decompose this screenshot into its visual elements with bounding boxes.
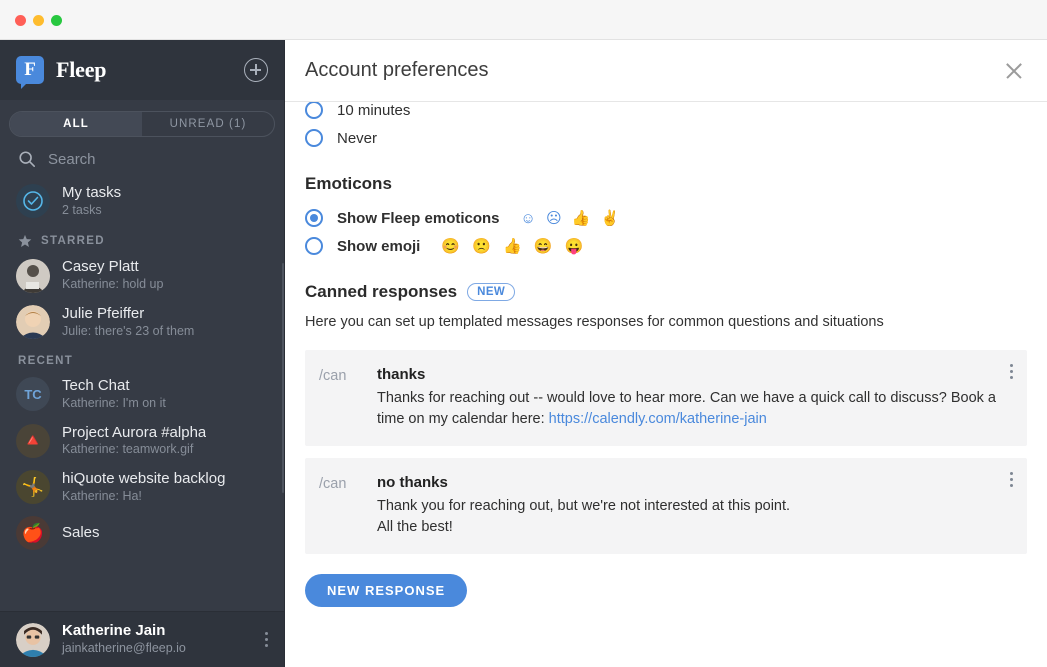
emoticons-heading: Emoticons bbox=[305, 174, 1027, 194]
canned-responses-description: Here you can set up templated messages r… bbox=[305, 314, 884, 330]
search-input[interactable]: Search bbox=[0, 143, 284, 178]
canned-response-shortcut: /can bbox=[319, 368, 347, 384]
canned-response-text: Thanks for reaching out -- would love to… bbox=[377, 388, 1011, 430]
radio-show-emoji[interactable]: Show emoji 😊 🙁 👍 😄 😛 bbox=[305, 232, 1027, 260]
current-user-email: jainkatherine@fleep.io bbox=[62, 641, 186, 656]
radio-label: Show Fleep emoticons bbox=[337, 209, 500, 227]
radio-show-fleep-emoticons[interactable]: Show Fleep emoticons ☺ ☹ 👍 ✌ bbox=[305, 204, 1027, 232]
radio-button-icon[interactable] bbox=[305, 237, 323, 255]
avatar-emoji: 🍎 bbox=[21, 522, 45, 543]
avatar bbox=[16, 258, 50, 293]
fleep-logo-icon: F bbox=[16, 56, 44, 89]
canned-response-title: no thanks bbox=[377, 474, 448, 492]
traffic-lights bbox=[15, 15, 62, 26]
radio-button-icon[interactable] bbox=[305, 102, 323, 119]
avatar-emoji: 🤸 bbox=[21, 476, 45, 497]
list-item-preview: Katherine: hold up bbox=[62, 277, 164, 292]
brand-name: Fleep bbox=[56, 57, 107, 82]
canned-responses-heading: Canned responses NEW bbox=[305, 282, 1027, 302]
section-header-recent: RECENT bbox=[0, 345, 284, 371]
emoticons-heading-text: Emoticons bbox=[305, 174, 392, 193]
avatar: 🤸 bbox=[16, 470, 50, 505]
minimize-window-button[interactable] bbox=[33, 15, 44, 26]
plus-circle-icon[interactable] bbox=[244, 58, 268, 82]
list-item[interactable]: 🍎 Sales bbox=[0, 510, 284, 556]
status-badge: NEW bbox=[467, 283, 516, 301]
avatar: 🍎 bbox=[16, 516, 50, 551]
list-item[interactable]: TC Tech Chat Katherine: I'm on it bbox=[0, 371, 284, 417]
page-title: Account preferences bbox=[305, 59, 489, 81]
canned-response-card[interactable]: /can no thanks Thank you for reaching ou… bbox=[305, 458, 1027, 555]
current-user-profile[interactable]: Katherine Jain jainkatherine@fleep.io bbox=[0, 611, 284, 667]
new-response-button[interactable]: NEW RESPONSE bbox=[305, 574, 468, 608]
list-item[interactable]: 🤸 hiQuote website backlog Katherine: Ha! bbox=[0, 464, 284, 510]
emoji-samples: 😊 🙁 👍 😄 😛 bbox=[441, 238, 588, 255]
avatar: TC bbox=[16, 377, 50, 412]
canned-response-link[interactable]: https://calendly.com/katherine-jain bbox=[549, 411, 767, 427]
tab-unread[interactable]: UNREAD (1) bbox=[142, 112, 274, 136]
canned-response-body: Thank you for reaching out, but we're no… bbox=[377, 498, 791, 536]
list-item-title: Casey Platt bbox=[62, 258, 139, 276]
avatar: 🔺 bbox=[16, 423, 50, 458]
radio-never[interactable]: Never bbox=[305, 124, 1027, 152]
list-item-preview: Katherine: Ha! bbox=[62, 488, 142, 503]
avatar bbox=[16, 304, 50, 339]
list-item-title: hiQuote website backlog bbox=[62, 469, 226, 487]
section-header-starred: STARRED bbox=[0, 224, 284, 252]
check-circle-icon bbox=[16, 184, 50, 219]
radio-label: Show emoji bbox=[337, 237, 421, 255]
account-preferences-panel: Account preferences 10 minutes Never Emo… bbox=[285, 40, 1047, 667]
section-label-text: RECENT bbox=[18, 355, 74, 368]
list-item-title: Tech Chat bbox=[62, 377, 130, 395]
avatar-emoji: 🔺 bbox=[21, 430, 45, 451]
sidebar-header: F Fleep bbox=[0, 40, 284, 100]
list-item-title: Sales bbox=[62, 523, 100, 541]
maximize-window-button[interactable] bbox=[51, 15, 62, 26]
section-label-text: STARRED bbox=[41, 235, 105, 248]
search-icon bbox=[19, 151, 36, 168]
radio-10-minutes[interactable]: 10 minutes bbox=[305, 102, 1027, 124]
avatar bbox=[16, 622, 50, 657]
list-item-preview: Katherine: teamwork.gif bbox=[62, 442, 194, 457]
sidebar-item-my-tasks[interactable]: My tasks 2 tasks bbox=[0, 178, 284, 224]
list-item-title: Julie Pfeiffer bbox=[62, 304, 145, 322]
panel-header: Account preferences bbox=[285, 40, 1047, 102]
panel-scroll-area[interactable]: 10 minutes Never Emoticons Show Fleep em… bbox=[285, 102, 1047, 667]
window-titlebar bbox=[0, 0, 1047, 40]
kebab-menu-icon[interactable] bbox=[1010, 472, 1013, 488]
list-item-preview: Julie: there's 23 of them bbox=[62, 323, 195, 338]
radio-button-icon[interactable] bbox=[305, 209, 323, 227]
canned-responses-heading-text: Canned responses bbox=[305, 282, 458, 301]
my-tasks-count: 2 tasks bbox=[62, 202, 102, 217]
close-window-button[interactable] bbox=[15, 15, 26, 26]
radio-label: 10 minutes bbox=[337, 102, 411, 119]
fleep-emoticon-samples: ☺ ☹ 👍 ✌ bbox=[520, 210, 623, 227]
list-item[interactable]: 🔺 Project Aurora #alpha Katherine: teamw… bbox=[0, 418, 284, 464]
kebab-menu-icon[interactable] bbox=[265, 632, 268, 647]
my-tasks-title: My tasks bbox=[62, 184, 122, 201]
kebab-menu-icon[interactable] bbox=[1010, 364, 1013, 379]
search-placeholder: Search bbox=[48, 150, 96, 168]
radio-button-icon[interactable] bbox=[305, 129, 323, 147]
current-user-name: Katherine Jain bbox=[62, 622, 166, 640]
conversation-filter-tabs: ALL UNREAD (1) bbox=[0, 100, 284, 143]
sidebar: F Fleep ALL UNREAD (1) Search My tasks 2… bbox=[0, 40, 285, 667]
close-icon[interactable] bbox=[1001, 58, 1027, 84]
tab-all[interactable]: ALL bbox=[10, 112, 142, 136]
sidebar-scrollbar[interactable] bbox=[282, 263, 284, 493]
list-item[interactable]: Casey Platt Katherine: hold up bbox=[0, 252, 284, 298]
avatar-initials: TC bbox=[24, 386, 42, 402]
app-window: F Fleep ALL UNREAD (1) Search My tasks 2… bbox=[0, 0, 1047, 667]
list-item-title: Project Aurora #alpha bbox=[62, 423, 207, 441]
list-item-preview: Katherine: I'm on it bbox=[62, 395, 166, 410]
conversation-list[interactable]: My tasks 2 tasks STARRED Casey Platt Kat… bbox=[0, 178, 284, 611]
canned-response-title: thanks bbox=[377, 366, 426, 383]
canned-response-card[interactable]: /can thanks Thanks for reaching out -- w… bbox=[305, 350, 1027, 447]
radio-label: Never bbox=[337, 129, 378, 147]
canned-response-shortcut: /can bbox=[319, 476, 347, 493]
list-item[interactable]: Julie Pfeiffer Julie: there's 23 of them bbox=[0, 299, 284, 345]
star-icon bbox=[18, 235, 32, 248]
